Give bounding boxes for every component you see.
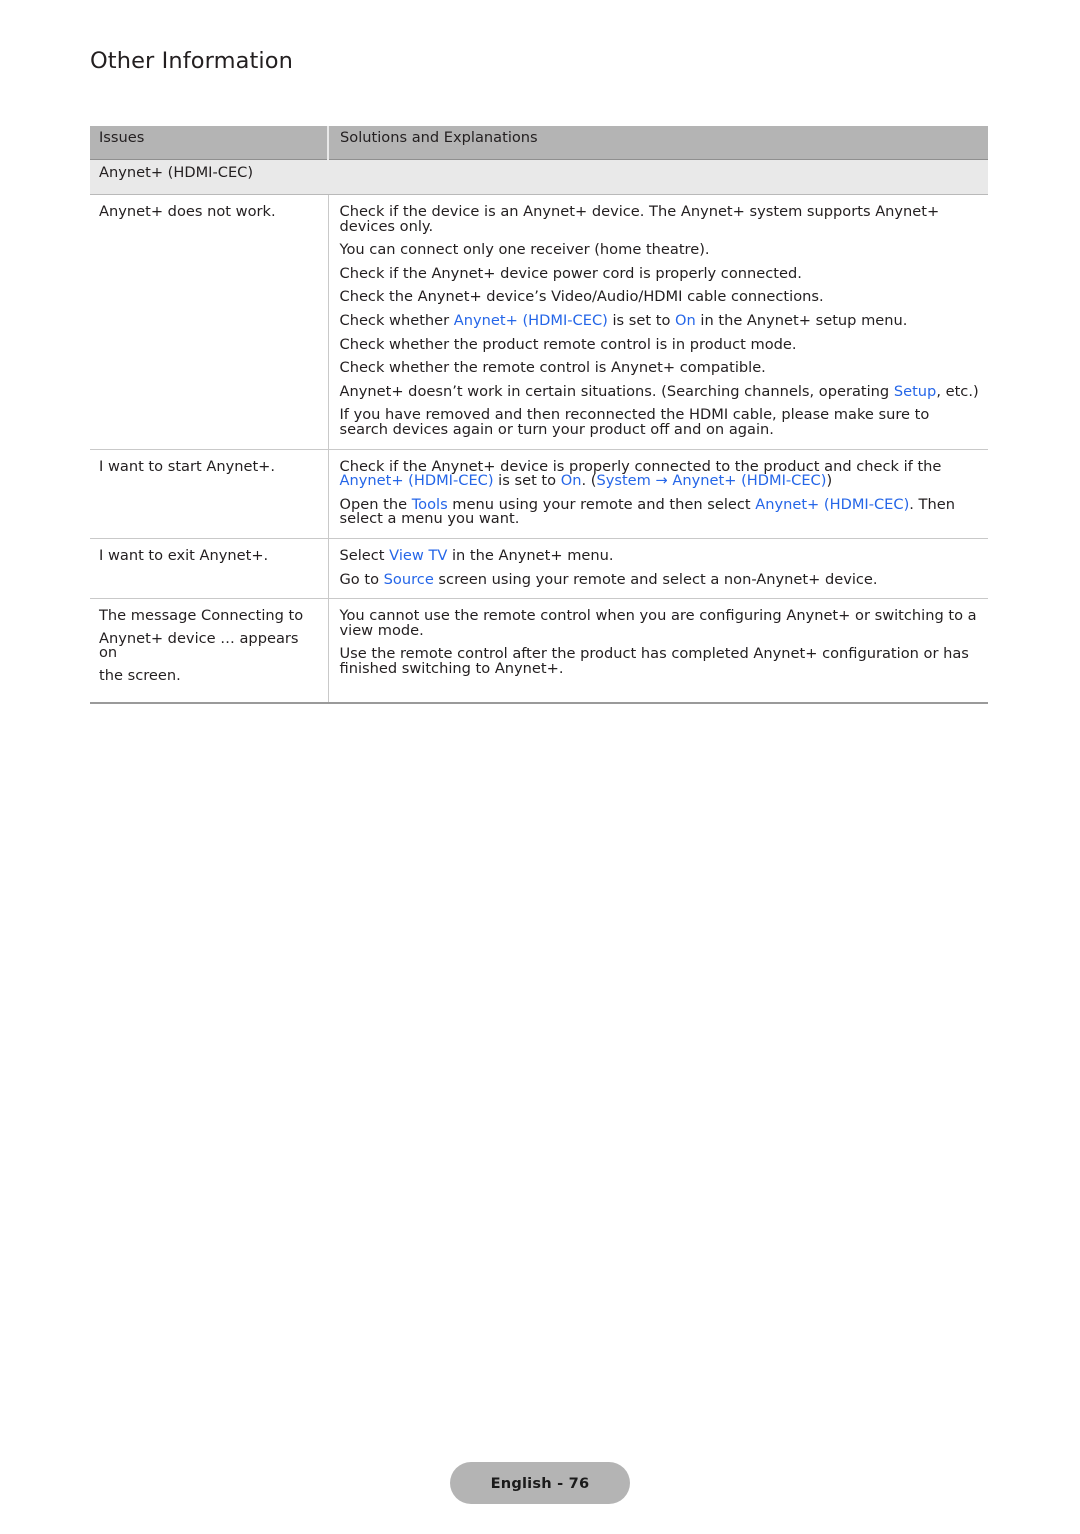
solution-text: Anynet+ doesn’t work in certain situatio… [339, 382, 894, 400]
section-label: Anynet+ (HDMI-CEC) [90, 159, 988, 195]
solution-text: Check if the Anynet+ device power cord i… [339, 264, 802, 282]
menu-reference-link[interactable]: View TV [389, 547, 447, 564]
menu-reference-link[interactable]: System [596, 472, 650, 489]
troubleshooting-table: Issues Solutions and Explanations Anynet… [90, 126, 988, 705]
solution-line: Open the Tools menu using your remote an… [340, 496, 981, 527]
solution-text: If you have removed and then reconnected… [339, 406, 930, 438]
solution-text: Check whether the remote control is Anyn… [339, 359, 766, 377]
menu-reference-link[interactable]: Anynet+ (HDMI-CEC) [340, 472, 494, 489]
issue-line: Anynet+ device … appears on [99, 629, 299, 662]
menu-reference-link[interactable]: Anynet+ (HDMI-CEC) [672, 472, 826, 489]
solution-line: Check the Anynet+ device’s Video/Audio/H… [340, 290, 981, 305]
menu-reference-link[interactable]: Source [384, 571, 434, 588]
page-title: Other Information [90, 48, 293, 74]
table-row: The message Connecting to Anynet+ device … [90, 598, 988, 705]
solution-text: Check if the device is an Anynet+ device… [339, 203, 940, 235]
issue-line: The message Connecting to [99, 607, 304, 625]
solution-text: ) [826, 472, 833, 490]
solution-line: Select View TV in the Anynet+ menu. [339, 546, 981, 564]
solution-line: Use the remote control after the product… [340, 647, 981, 676]
solution-text: is set to [493, 472, 561, 490]
issue-cell: I want to start Anynet+. [90, 449, 329, 539]
column-header-solutions: Solutions and Explanations [328, 126, 988, 160]
solution-text: Use the remote control after the product… [339, 645, 969, 677]
issue-line: the screen. [99, 666, 181, 684]
page-number-badge: English - 76 [450, 1462, 630, 1504]
solution-text: Check whether [339, 311, 454, 329]
issue-line: I want to start Anynet+. [99, 457, 276, 475]
solution-line: Check if the Anynet+ device power cord i… [339, 264, 981, 282]
solution-line: If you have removed and then reconnected… [340, 408, 981, 437]
solution-text: You can connect only one receiver (home … [339, 241, 710, 259]
document-page: Other Information Issues Solutions and E… [0, 0, 1080, 1534]
solution-text: is set to [607, 311, 676, 329]
solution-line: Check whether the product remote control… [339, 335, 981, 353]
solution-cell: Check if the device is an Anynet+ device… [328, 194, 988, 450]
solution-text: You cannot use the remote control when y… [339, 607, 977, 639]
solution-cell: You cannot use the remote control when y… [328, 598, 988, 705]
column-header-issues: Issues [90, 126, 329, 160]
solution-cell: Check if the Anynet+ device is properly … [328, 449, 988, 539]
solution-text: screen using your remote and select a no… [433, 570, 878, 588]
solution-line: Check if the device is an Anynet+ device… [339, 203, 981, 235]
solution-text: Select [339, 546, 390, 564]
issue-line: I want to exit Anynet+. [99, 546, 269, 564]
solution-line: Anynet+ doesn’t work in certain situatio… [339, 382, 981, 400]
table-row: I want to start Anynet+. Check if the Any… [90, 449, 988, 539]
issue-cell: I want to exit Anynet+. [90, 538, 329, 600]
menu-reference-link[interactable]: Anynet+ (HDMI-CEC) [755, 496, 909, 513]
solution-text: Check the Anynet+ device’s Video/Audio/H… [339, 288, 824, 306]
menu-reference-link[interactable]: Setup [894, 383, 936, 400]
solution-text: Go to [339, 570, 384, 588]
solution-text: in the Anynet+ setup menu. [695, 311, 908, 329]
solution-line: Check if the Anynet+ device is properly … [340, 459, 981, 490]
solution-text: . ( [581, 472, 597, 490]
menu-reference-link[interactable]: On [675, 312, 696, 329]
table-row: Anynet+ does not work. Check if the devic… [90, 194, 988, 450]
solution-line: You cannot use the remote control when y… [339, 607, 981, 639]
menu-reference-link[interactable]: Anynet+ (HDMI-CEC) [454, 312, 608, 329]
solution-line: Check whether Anynet+ (HDMI-CEC) is set … [339, 311, 981, 329]
solution-line: You can connect only one receiver (home … [339, 241, 981, 259]
issue-line: Anynet+ does not work. [99, 203, 276, 220]
solution-line: Go to Source screen using your remote an… [339, 570, 981, 588]
menu-reference-link[interactable]: → [651, 472, 673, 489]
solution-text: in the Anynet+ menu. [447, 546, 614, 564]
table-row: I want to exit Anynet+. Select View TV in… [90, 538, 988, 600]
table-body: Anynet+ (HDMI-CEC) Anynet+ does not work… [90, 159, 988, 705]
issue-cell: The message Connecting to Anynet+ device … [90, 598, 329, 705]
issue-cell: Anynet+ does not work. [90, 194, 329, 450]
solution-line: Check whether the remote control is Anyn… [339, 359, 981, 377]
table-header-row: Issues Solutions and Explanations [90, 126, 988, 160]
solution-cell: Select View TV in the Anynet+ menu. Go to… [328, 538, 988, 600]
table-section-row: Anynet+ (HDMI-CEC) [90, 159, 988, 195]
solution-text: , etc.) [936, 382, 979, 400]
menu-reference-link[interactable]: On [561, 472, 582, 489]
solution-text: Check whether the product remote control… [339, 335, 797, 353]
